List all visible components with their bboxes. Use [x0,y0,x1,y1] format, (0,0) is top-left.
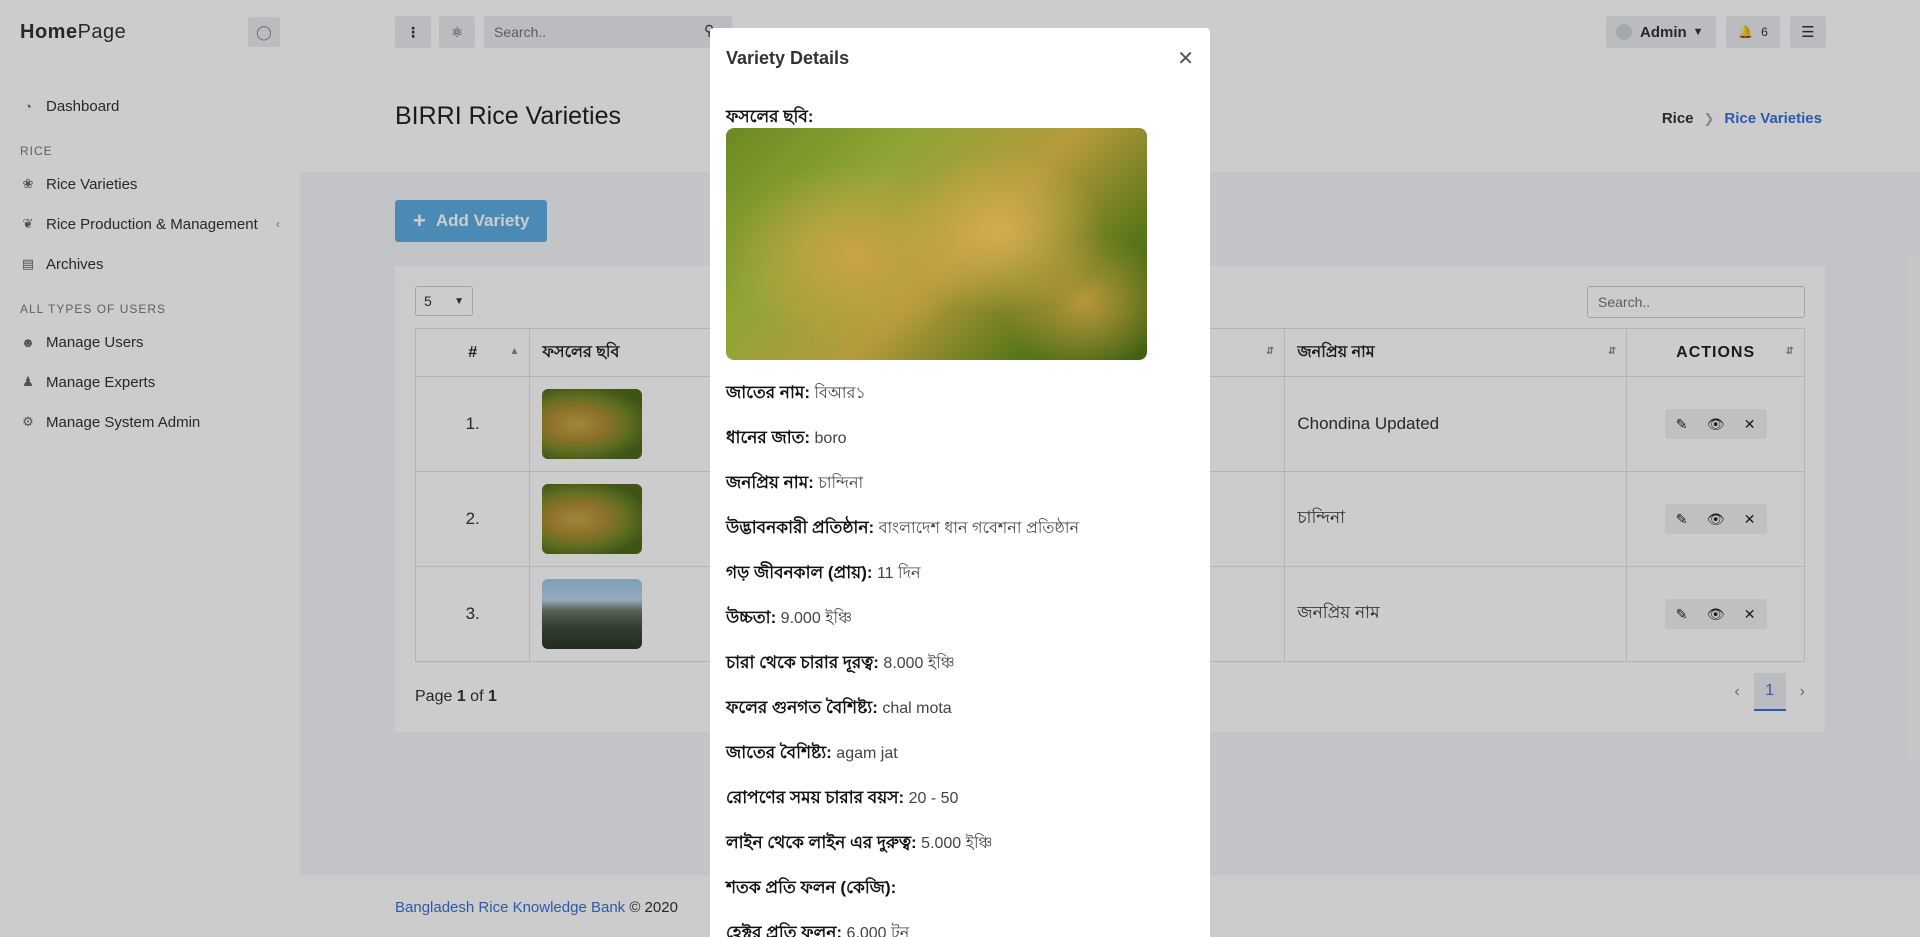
detail-label: উচ্চতা: [726,608,777,627]
rice-crop-image [726,128,1147,360]
detail-value: 9.000 ইঞ্চি [776,610,853,627]
detail-value: বাংলাদেশ ধান গবেশনা প্রতিষ্ঠান [874,520,1080,537]
detail-label: জাতের বৈশিষ্ট্য: [726,743,832,762]
variety-details-modal: Variety Details ✕ ফসলের ছবি: জাতের নাম: … [710,28,1210,937]
detail-value: 11 দিন [872,565,921,582]
detail-value: 6.000 টন [842,925,910,937]
detail-value: agam jat [831,745,898,762]
detail-row: জাতের নাম: বিআর১ [726,380,1196,425]
detail-label: ফলের গুনগত বৈশিষ্ট্য: [726,698,878,717]
detail-label: ধানের জাত: [726,428,811,447]
detail-row: ফলের গুনগত বৈশিষ্ট্য: chal mota [726,695,1196,740]
detail-row: উচ্চতা: 9.000 ইঞ্চি [726,605,1196,650]
detail-label: হেক্টর প্রতি ফলন: [726,923,843,937]
detail-label: জাতের নাম: [726,383,810,402]
detail-row: রোপণের সময় চারার বয়স: 20 - 50 [726,785,1196,830]
detail-value: boro [810,430,847,447]
detail-label: রোপণের সময় চারার বয়স: [726,788,905,807]
detail-label: জনপ্রিয় নাম: [726,473,814,492]
detail-label: চারা থেকে চারার দূরত্ব: [726,653,879,672]
detail-value: চান্দিনা [813,475,864,492]
detail-row: গড় জীবনকাল (প্রায়): 11 দিন [726,560,1196,605]
detail-row: চারা থেকে চারার দূরত্ব: 8.000 ইঞ্চি [726,650,1196,695]
variety-details-list: জাতের নাম: বিআর১ ধানের জাত: boro জনপ্রিয… [726,380,1196,937]
detail-value: 20 - 50 [904,790,959,807]
detail-row: শতক প্রতি ফলন (কেজি): [726,875,1196,920]
detail-label: শতক প্রতি ফলন (কেজি): [726,878,897,897]
detail-value: chal mota [877,700,952,717]
detail-value: 8.000 ইঞ্চি [878,655,955,672]
modal-title: Variety Details [726,48,850,68]
detail-label: গড় জীবনকাল (প্রায়): [726,563,873,582]
close-icon[interactable]: ✕ [1177,46,1194,71]
detail-row: জনপ্রিয় নাম: চান্দিনা [726,470,1196,515]
detail-row: লাইন থেকে লাইন এর দুরুত্ব: 5.000 ইঞ্চি [726,830,1196,875]
detail-label: লাইন থেকে লাইন এর দুরুত্ব: [726,833,917,852]
detail-row: উদ্ভাবনকারী প্রতিষ্ঠান: বাংলাদেশ ধান গবে… [726,515,1196,560]
detail-value: 5.000 ইঞ্চি [916,835,993,852]
detail-row: হেক্টর প্রতি ফলন: 6.000 টন [726,920,1196,937]
detail-label: উদ্ভাবনকারী প্রতিষ্ঠান: [726,518,875,537]
detail-row: ধানের জাত: boro [726,425,1196,470]
detail-value: বিআর১ [809,385,866,402]
detail-row: জাতের বৈশিষ্ট্য: agam jat [726,740,1196,785]
